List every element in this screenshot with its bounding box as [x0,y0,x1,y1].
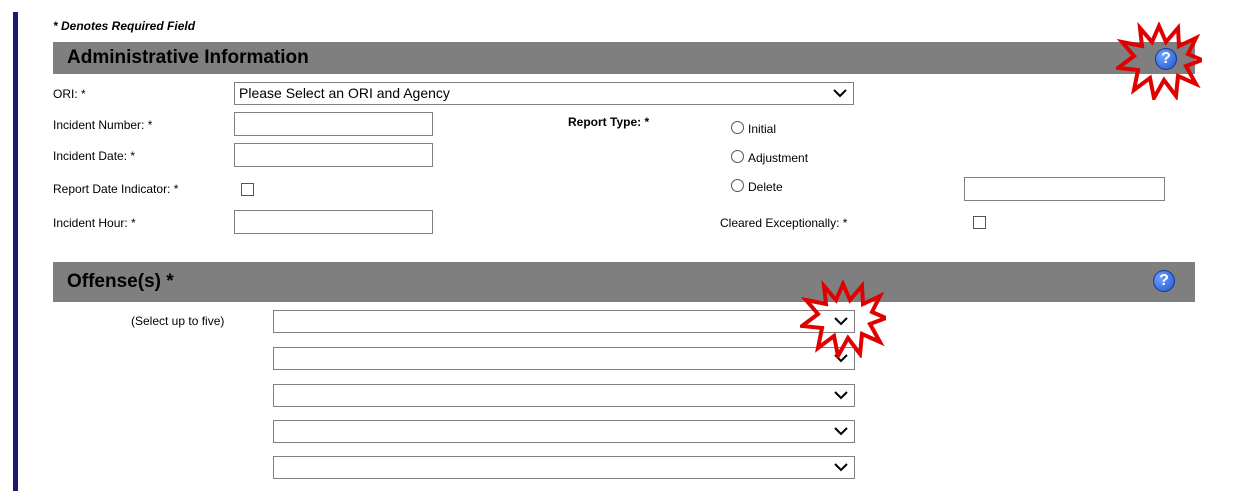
radio-initial[interactable] [731,121,744,134]
report-date-indicator-checkbox[interactable] [241,183,254,196]
radio-delete[interactable] [731,179,744,192]
report-type-label: Report Type: * [568,115,650,129]
radio-delete-label: Delete [748,180,783,194]
chevron-down-icon [834,463,848,472]
offense-select-3[interactable] [273,384,855,407]
radio-adjustment-label: Adjustment [748,151,809,165]
section-title-offenses: Offense(s) * [67,271,174,292]
incident-date-label: Incident Date: * [53,149,136,163]
incident-hour-field[interactable] [234,210,433,234]
annotation-burst-icon [1116,22,1202,100]
incident-number-field[interactable] [234,112,433,136]
radio-initial-label: Initial [748,122,777,136]
ori-select[interactable]: Please Select an ORI and Agency [234,82,854,105]
left-accent-rule [13,12,18,491]
radio-adjustment[interactable] [731,150,744,163]
ori-label: ORI: * [53,87,86,101]
chevron-down-icon [834,427,848,436]
chevron-down-icon [833,89,847,98]
required-field-note: * Denotes Required Field [53,19,196,33]
offense-select-5[interactable] [273,456,855,479]
section-title-administrative: Administrative Information [67,47,309,68]
annotation-burst-icon [800,280,886,358]
offense-select-hint: (Select up to five) [131,314,225,328]
offense-select-2[interactable] [273,347,855,370]
incident-hour-label: Incident Hour: * [53,216,136,230]
offense-select-4[interactable] [273,420,855,443]
section-header-administrative: Administrative Information [53,42,1195,74]
cleared-exceptionally-label: Cleared Exceptionally: * [720,216,848,230]
offense-select-1[interactable] [273,310,855,333]
section-header-offenses: Offense(s) * [53,262,1195,302]
delete-reason-field[interactable] [964,177,1165,201]
cleared-exceptionally-checkbox[interactable] [973,216,986,229]
offenses-help-icon[interactable]: ? [1153,270,1175,292]
ori-select-value: Please Select an ORI and Agency [239,85,450,101]
incident-date-field[interactable] [234,143,433,167]
incident-number-label: Incident Number: * [53,118,153,132]
report-date-indicator-label: Report Date Indicator: * [53,182,179,196]
chevron-down-icon [834,391,848,400]
